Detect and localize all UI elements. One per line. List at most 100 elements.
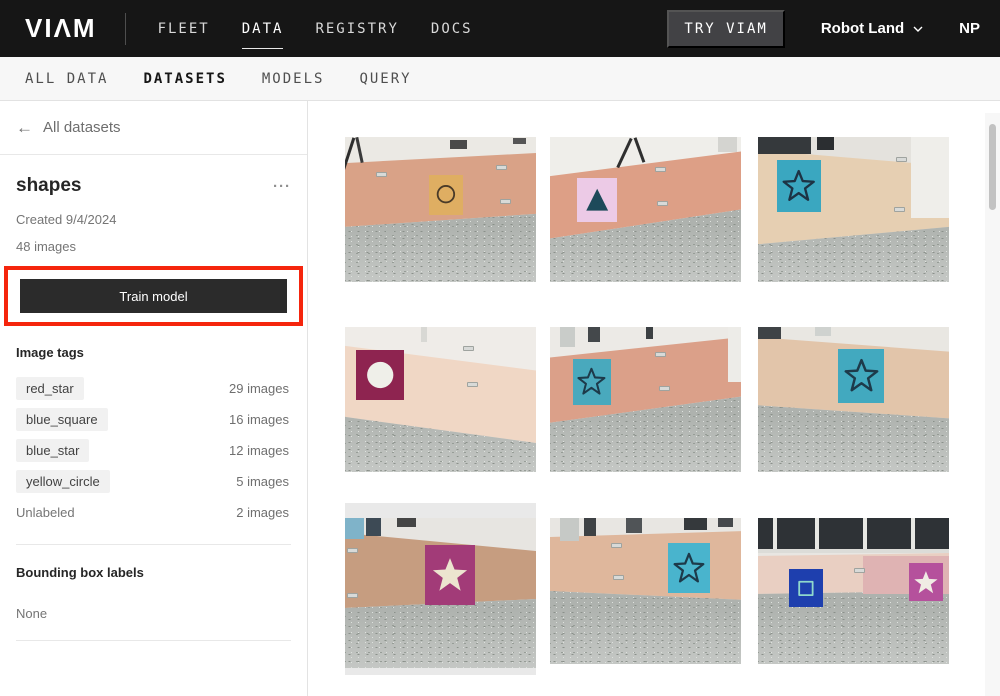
photo-detail — [911, 137, 949, 218]
photo — [345, 518, 536, 668]
shape-card — [577, 178, 617, 222]
dataset-image[interactable] — [758, 327, 949, 472]
dataset-image-count: 48 images — [16, 239, 291, 254]
topnav-right: TRY VIAM Robot Land NP — [667, 10, 980, 48]
dataset-image[interactable] — [550, 518, 741, 664]
tag-pill-blue-square[interactable]: blue_square — [16, 408, 108, 431]
dataset-menu-button[interactable]: ··· — [273, 178, 291, 195]
tag-count: 5 images — [236, 474, 289, 489]
dataset-image[interactable] — [345, 137, 536, 282]
nav-item-fleet[interactable]: FLEET — [158, 15, 210, 43]
hinge-mark — [613, 575, 624, 580]
hinge-mark — [496, 165, 507, 170]
tag-row: blue_square 16 images — [16, 404, 291, 435]
dataset-sidebar: ← All datasets shapes ··· Created 9/4/20… — [0, 101, 308, 696]
photo-detail — [728, 327, 741, 382]
dataset-image[interactable] — [550, 137, 741, 282]
scrollbar-thumb[interactable] — [989, 124, 996, 210]
tab-all-data[interactable]: ALL DATA — [25, 71, 108, 87]
dataset-created-date: Created 9/4/2024 — [16, 212, 291, 227]
dataset-image[interactable] — [550, 327, 741, 472]
star-glyph — [673, 549, 705, 587]
photo-detail — [366, 518, 381, 536]
photo-detail — [584, 518, 595, 536]
photo — [345, 327, 536, 472]
shape-card — [668, 543, 710, 593]
scrollbar-track[interactable] — [985, 113, 1000, 696]
tag-pill-blue-star[interactable]: blue_star — [16, 439, 89, 462]
star-glyph — [782, 166, 815, 206]
tag-row: yellow_circle 5 images — [16, 466, 291, 497]
tag-pill-red-star[interactable]: red_star — [16, 377, 84, 400]
dataset-image[interactable] — [758, 137, 949, 282]
hinge-mark — [347, 548, 358, 553]
tab-query[interactable]: QUERY — [359, 71, 411, 87]
hinge-mark — [894, 207, 905, 212]
photo-detail — [560, 327, 575, 347]
photo-detail — [450, 140, 467, 149]
nav-item-docs[interactable]: DOCS — [431, 15, 473, 43]
hinge-mark — [659, 386, 670, 391]
photo-detail — [815, 327, 830, 336]
image-tags-list: red_star 29 images blue_square 16 images… — [16, 373, 291, 528]
shape-card — [838, 349, 884, 403]
photo-detail — [911, 518, 915, 549]
nav-item-registry[interactable]: REGISTRY — [315, 15, 398, 43]
photo-detail — [588, 327, 599, 342]
hinge-mark — [655, 352, 666, 357]
shape-card — [425, 545, 475, 605]
chevron-down-icon — [913, 24, 923, 34]
photo-detail — [758, 549, 949, 553]
hinge-mark — [347, 593, 358, 598]
photo-detail — [817, 137, 834, 150]
photo-detail — [718, 137, 737, 152]
bounding-box-labels-value: None — [16, 606, 291, 640]
shape-card — [777, 160, 821, 212]
photo-detail — [626, 518, 641, 533]
photo — [550, 327, 741, 472]
photo-detail — [345, 518, 364, 539]
try-viam-button[interactable]: TRY VIAM — [667, 10, 784, 48]
dataset-image[interactable] — [758, 518, 949, 664]
tab-datasets[interactable]: DATASETS — [143, 71, 226, 87]
photo-detail — [758, 137, 811, 154]
star-glyph — [577, 364, 606, 399]
photo-detail — [773, 518, 777, 549]
photo — [758, 327, 949, 472]
train-model-button[interactable]: Train model — [20, 279, 287, 313]
tab-models[interactable]: MODELS — [262, 71, 325, 87]
shape-card — [909, 563, 943, 601]
hinge-mark — [611, 543, 622, 548]
star-glyph — [431, 552, 469, 598]
photo — [345, 137, 536, 282]
user-avatar[interactable]: NP — [959, 20, 980, 37]
data-tabs: ALL DATA DATASETS MODELS QUERY — [0, 57, 1000, 101]
image-gallery — [309, 101, 1000, 696]
photo-detail — [421, 327, 427, 342]
hinge-mark — [657, 201, 668, 206]
nav-item-data[interactable]: DATA — [242, 15, 284, 43]
tag-pill-yellow-circle[interactable]: yellow_circle — [16, 470, 110, 493]
back-label: All datasets — [43, 119, 121, 136]
annotation-highlight: Train model — [4, 266, 303, 326]
tag-row: Unlabeled 2 images — [16, 497, 291, 528]
photo-detail — [684, 518, 707, 530]
hinge-mark — [376, 172, 387, 177]
shape-card — [573, 359, 611, 405]
org-switcher[interactable]: Robot Land — [821, 20, 923, 37]
circle-glyph — [433, 179, 459, 209]
photo — [758, 518, 949, 664]
tag-row: red_star 29 images — [16, 373, 291, 404]
dataset-name: shapes — [16, 175, 81, 197]
nav-divider — [125, 13, 126, 45]
back-to-datasets-link[interactable]: ← All datasets — [0, 101, 307, 155]
hinge-mark — [655, 167, 666, 172]
photo-detail — [718, 518, 733, 527]
viam-logo[interactable]: VIΛM — [25, 13, 97, 44]
photo-detail — [863, 518, 867, 549]
dataset-image[interactable] — [345, 503, 536, 675]
hinge-mark — [854, 568, 865, 573]
bounding-box-labels-heading: Bounding box labels — [16, 545, 291, 580]
dataset-image[interactable] — [345, 327, 536, 472]
square-glyph — [793, 574, 819, 603]
